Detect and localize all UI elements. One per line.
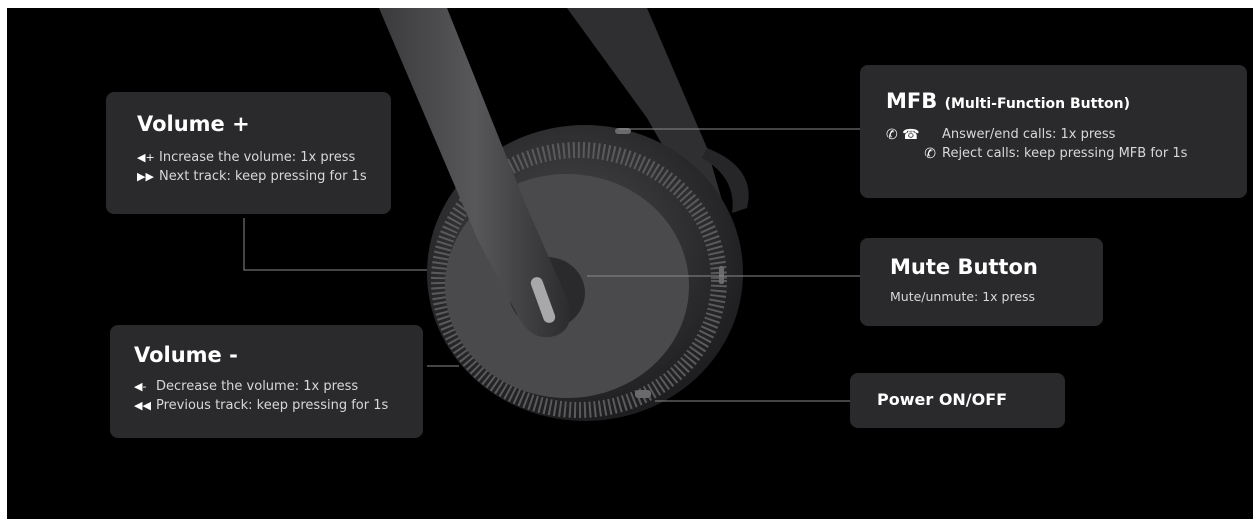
next-track-icon: ▶▶	[137, 170, 154, 183]
mfb-callout: MFB (Multi-Function Button) ✆ ☎ Answer/e…	[860, 65, 1247, 198]
mute-callout: Mute Button Mute/unmute: 1x press	[860, 238, 1103, 326]
phone-answer-end-icon: ✆ ☎	[886, 126, 920, 143]
power-callout: Power ON/OFF	[850, 373, 1065, 428]
callout-text: Mute/unmute: 1x press	[890, 289, 1036, 304]
phone-reject-icon: ✆	[924, 145, 936, 162]
product-diagram: Volume + ◀+ Increase the volume: 1x pres…	[7, 8, 1253, 519]
previous-track-icon: ◀◀	[134, 399, 151, 412]
callout-title: Mute Button	[890, 255, 1038, 279]
callout-title: Power ON/OFF	[877, 390, 1008, 409]
list-item: ✆ ☎ Answer/end calls: 1x press	[886, 126, 1116, 143]
volume-down-icon: ◀-	[134, 380, 147, 393]
callout-title: Volume -	[134, 343, 238, 367]
volume-up-icon: ◀+	[137, 151, 155, 164]
callout-title: Volume +	[137, 112, 250, 136]
callout-title: MFB (Multi-Function Button)	[886, 89, 1131, 113]
list-item: ◀- Decrease the volume: 1x press	[134, 379, 359, 394]
volume-up-callout: Volume + ◀+ Increase the volume: 1x pres…	[106, 92, 391, 214]
callout-subtitle: (Multi-Function Button)	[944, 96, 1131, 112]
list-item: ◀+ Increase the volume: 1x press	[137, 150, 356, 165]
volume-down-callout: Volume - ◀- Decrease the volume: 1x pres…	[110, 325, 423, 438]
list-item: ◀◀ Previous track: keep pressing for 1s	[134, 398, 389, 413]
list-item: ✆ Reject calls: keep pressing MFB for 1s	[886, 144, 1247, 163]
list-item: ▶▶ Next track: keep pressing for 1s	[137, 169, 367, 184]
